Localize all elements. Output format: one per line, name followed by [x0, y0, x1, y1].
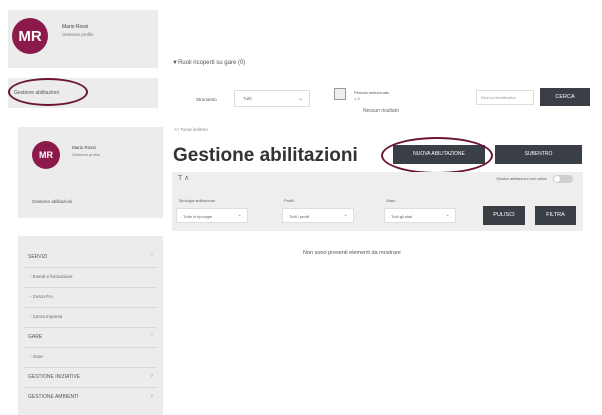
calendar-icon[interactable] — [334, 88, 346, 100]
top-avatar[interactable]: MR — [12, 18, 48, 54]
nav-label: - Cerca P.A. — [30, 294, 54, 299]
top-strumento-value: Tutti — [243, 96, 252, 101]
nav-section-gestione-iniziative[interactable]: GESTIONE INIZIATIVE v — [18, 368, 163, 386]
nav-label: GESTIONE AMBIENTI — [28, 394, 79, 400]
top-period-label: Periodo selezionato — [354, 90, 390, 95]
tipologia-value: Tutte le tipologie — [183, 214, 213, 219]
chevron-down-icon: ⌄ — [237, 212, 242, 218]
stato-value: Tutti gli stati — [391, 214, 413, 219]
tipologia-label: Tipologia abilitazione — [178, 198, 216, 203]
chevron-down-icon: v — [150, 393, 154, 399]
tipologia-select[interactable]: Tutte le tipologie ⌄ — [176, 208, 248, 223]
nav-label: GARE — [28, 334, 43, 340]
sidebar-item-gestione-abilitazioni[interactable]: Gestione abilitazioni — [18, 187, 163, 218]
sidebar-user-card: MR Mario Rossi Gestione profilo — [18, 127, 163, 187]
nav-label: - Eventi e formazione — [30, 274, 73, 279]
nav-item-gare[interactable]: - Gare — [18, 348, 163, 366]
highlight-circle-new-button — [381, 137, 493, 174]
top-search-placeholder: Ricerca identificativo — [481, 96, 516, 100]
cerca-button[interactable]: CERCA — [540, 88, 590, 106]
highlight-circle-top — [8, 78, 88, 106]
show-inactive-toggle[interactable] — [553, 175, 573, 183]
top-period-value: 1-3 — [354, 96, 360, 101]
chevron-up-icon: ^ — [150, 253, 153, 259]
chevron-down-icon: ⌄ — [445, 212, 450, 218]
nav-item-eventi[interactable]: - Eventi e formazione — [18, 268, 163, 286]
nav-label: - Gare — [30, 354, 43, 359]
profili-select[interactable]: Tutti i profili ⌄ — [282, 208, 354, 223]
filter-panel: T ∧ Mostra abilitazioni non attive Tipol… — [172, 172, 583, 231]
chevron-up-icon: ^ — [150, 333, 153, 339]
nav-section-gestione-ambienti[interactable]: GESTIONE AMBIENTI v — [18, 388, 163, 406]
user-name: Mario Rossi — [72, 145, 96, 150]
nav-section-gare[interactable]: GARE ^ — [18, 328, 163, 346]
profile-link[interactable]: Gestione profilo — [72, 152, 100, 157]
nav-section-servizi[interactable]: SERVIZI ^ — [18, 248, 163, 266]
top-filter-link[interactable]: ▼Ruoli ricoperti su gare (0) — [172, 60, 245, 66]
top-profile-link[interactable]: Gestione profilo — [62, 32, 94, 37]
chevron-down-icon: v — [150, 373, 154, 379]
top-strumento-label: Strumento — [196, 97, 217, 102]
pulisci-button[interactable]: PULISCI — [483, 206, 525, 225]
chevron-down-icon: ⌄ — [297, 96, 303, 102]
filtra-button[interactable]: FILTRA — [535, 206, 576, 225]
top-user-name: Mario Rossi — [62, 24, 89, 30]
subentro-button[interactable]: SUBENTRO — [495, 145, 582, 164]
top-search-input[interactable]: Ricerca identificativo — [476, 90, 534, 105]
stato-select[interactable]: Tutti gli stati ⌄ — [384, 208, 456, 223]
top-user-card: MR Mario Rossi Gestione profilo — [8, 10, 158, 68]
filter-collapse-icon[interactable]: T ∧ — [178, 174, 189, 182]
profili-value: Tutti i profili — [289, 214, 310, 219]
empty-state-message: Non sono presenti elementi da mostrare — [303, 250, 401, 256]
back-link[interactable]: << Torna indietro — [174, 127, 208, 132]
nav-label: GESTIONE INIZIATIVE — [28, 374, 81, 380]
page-title: Gestione abilitazioni — [173, 145, 358, 166]
top-strumento-select[interactable]: Tutti ⌄ — [234, 90, 310, 107]
avatar[interactable]: MR — [32, 141, 60, 169]
sidebar-nav: SERVIZI ^ - Eventi e formazione - Cerca … — [18, 236, 163, 415]
profili-label: Profili — [284, 198, 295, 203]
nav-item-cerca-pa[interactable]: - Cerca P.A. — [18, 288, 163, 306]
top-no-results: Nessun risultato — [363, 108, 399, 114]
chevron-down-icon: ⌄ — [343, 212, 348, 218]
show-inactive-label: Mostra abilitazioni non attive — [496, 176, 547, 181]
sidebar-item-label: Gestione abilitazioni — [32, 199, 73, 204]
nav-label: SERVIZI — [28, 254, 48, 260]
nav-label: - Cerca Impresa — [30, 314, 63, 319]
nav-item-cerca-impresa[interactable]: - Cerca Impresa — [18, 308, 163, 326]
stato-label: Stato — [386, 198, 396, 203]
